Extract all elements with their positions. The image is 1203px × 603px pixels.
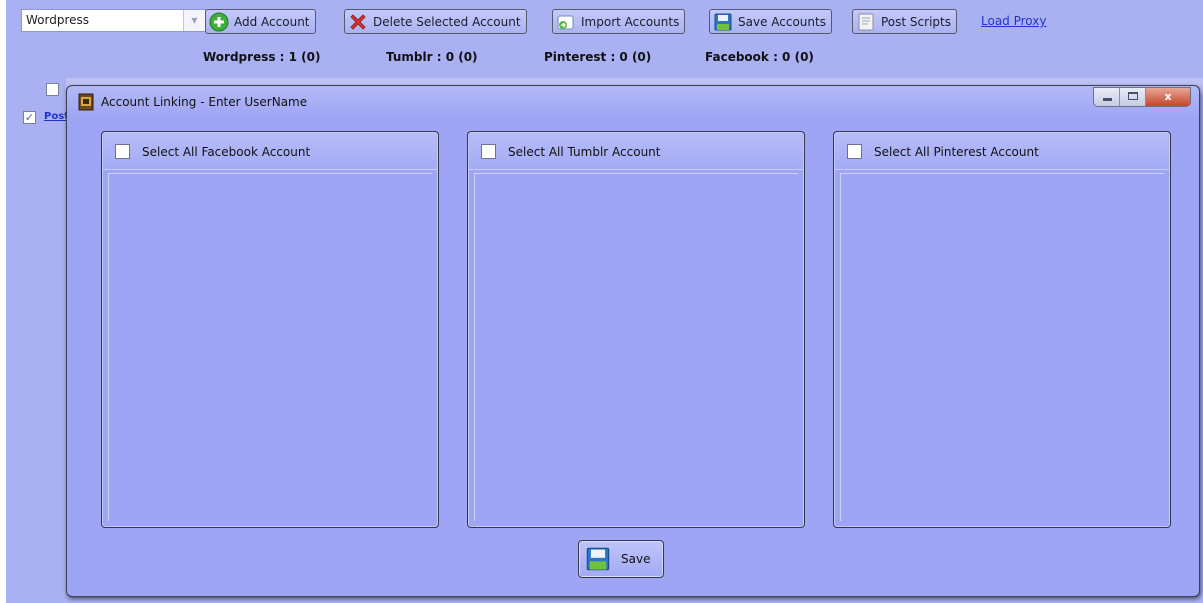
tumblr-count: Tumblr : 0 (0) — [386, 50, 478, 64]
pinterest-accounts-list[interactable] — [840, 173, 1164, 521]
post-scripts-button[interactable]: Post Scripts — [852, 9, 957, 34]
facebook-count: Facebook : 0 (0) — [705, 50, 814, 64]
dialog-titlebar[interactable]: Account Linking - Enter UserName x — [67, 86, 1199, 118]
import-accounts-button[interactable]: Import Accounts — [552, 9, 686, 34]
tumblr-panel-header: Select All Tumblr Account — [469, 133, 803, 170]
facebook-panel-header: Select All Facebook Account — [103, 133, 437, 170]
select-all-pinterest-label: Select All Pinterest Account — [874, 145, 1039, 159]
close-button[interactable]: x — [1146, 88, 1190, 106]
pinterest-count: Pinterest : 0 (0) — [544, 50, 652, 64]
minimize-icon — [1103, 98, 1112, 101]
add-account-label: Add Account — [234, 14, 310, 29]
pinterest-panel-header: Select All Pinterest Account — [835, 133, 1169, 170]
platform-select[interactable]: Wordpress ▼ — [21, 9, 206, 32]
select-all-facebook-label: Select All Facebook Account — [142, 145, 311, 159]
account-linking-dialog: Account Linking - Enter UserName x Selec… — [66, 85, 1200, 597]
close-icon: x — [1164, 90, 1172, 103]
row-checkbox[interactable]: ✓ — [23, 111, 36, 124]
window-controls: x — [1093, 87, 1191, 107]
select-all-tumblr-checkbox[interactable] — [481, 144, 496, 159]
chevron-down-icon[interactable]: ▼ — [183, 10, 205, 31]
delete-selected-account-label: Delete Selected Account — [373, 14, 521, 29]
pinterest-accounts-panel: Select All Pinterest Account — [833, 131, 1171, 528]
delete-icon — [350, 13, 366, 30]
tumblr-accounts-list[interactable] — [474, 173, 798, 521]
facebook-accounts-list[interactable] — [108, 173, 432, 521]
select-all-tumblr-label: Select All Tumblr Account — [508, 145, 661, 159]
app-window: Wordpress ▼ Add Account Delete Selected … — [0, 0, 1203, 603]
import-icon — [557, 15, 574, 29]
delete-selected-account-button[interactable]: Delete Selected Account — [344, 9, 527, 34]
add-account-button[interactable]: Add Account — [205, 9, 316, 34]
import-accounts-label: Import Accounts — [581, 14, 680, 29]
select-all-pinterest-checkbox[interactable] — [847, 144, 862, 159]
maximize-button[interactable] — [1120, 88, 1146, 106]
post-scripts-label: Post Scripts — [881, 14, 951, 29]
minimize-button[interactable] — [1094, 88, 1120, 106]
save-icon — [586, 547, 610, 571]
select-all-facebook-checkbox[interactable] — [115, 144, 130, 159]
tumblr-accounts-panel: Select All Tumblr Account — [467, 131, 805, 528]
dialog-title: Account Linking - Enter UserName — [101, 95, 308, 109]
select-all-rows-checkbox[interactable] — [46, 83, 59, 96]
save-button[interactable]: Save — [578, 540, 664, 578]
save-icon — [714, 13, 732, 30]
script-icon — [858, 13, 874, 30]
app-icon — [78, 93, 94, 111]
load-proxy-link[interactable]: Load Proxy — [981, 14, 1046, 28]
platform-select-value: Wordpress — [26, 13, 90, 27]
save-accounts-button[interactable]: Save Accounts — [709, 9, 832, 34]
facebook-accounts-panel: Select All Facebook Account — [101, 131, 439, 528]
maximize-icon — [1128, 92, 1138, 100]
save-accounts-label: Save Accounts — [738, 14, 826, 29]
add-icon — [209, 12, 229, 31]
save-button-label: Save — [621, 552, 651, 566]
wordpress-count: Wordpress : 1 (0) — [203, 50, 321, 64]
